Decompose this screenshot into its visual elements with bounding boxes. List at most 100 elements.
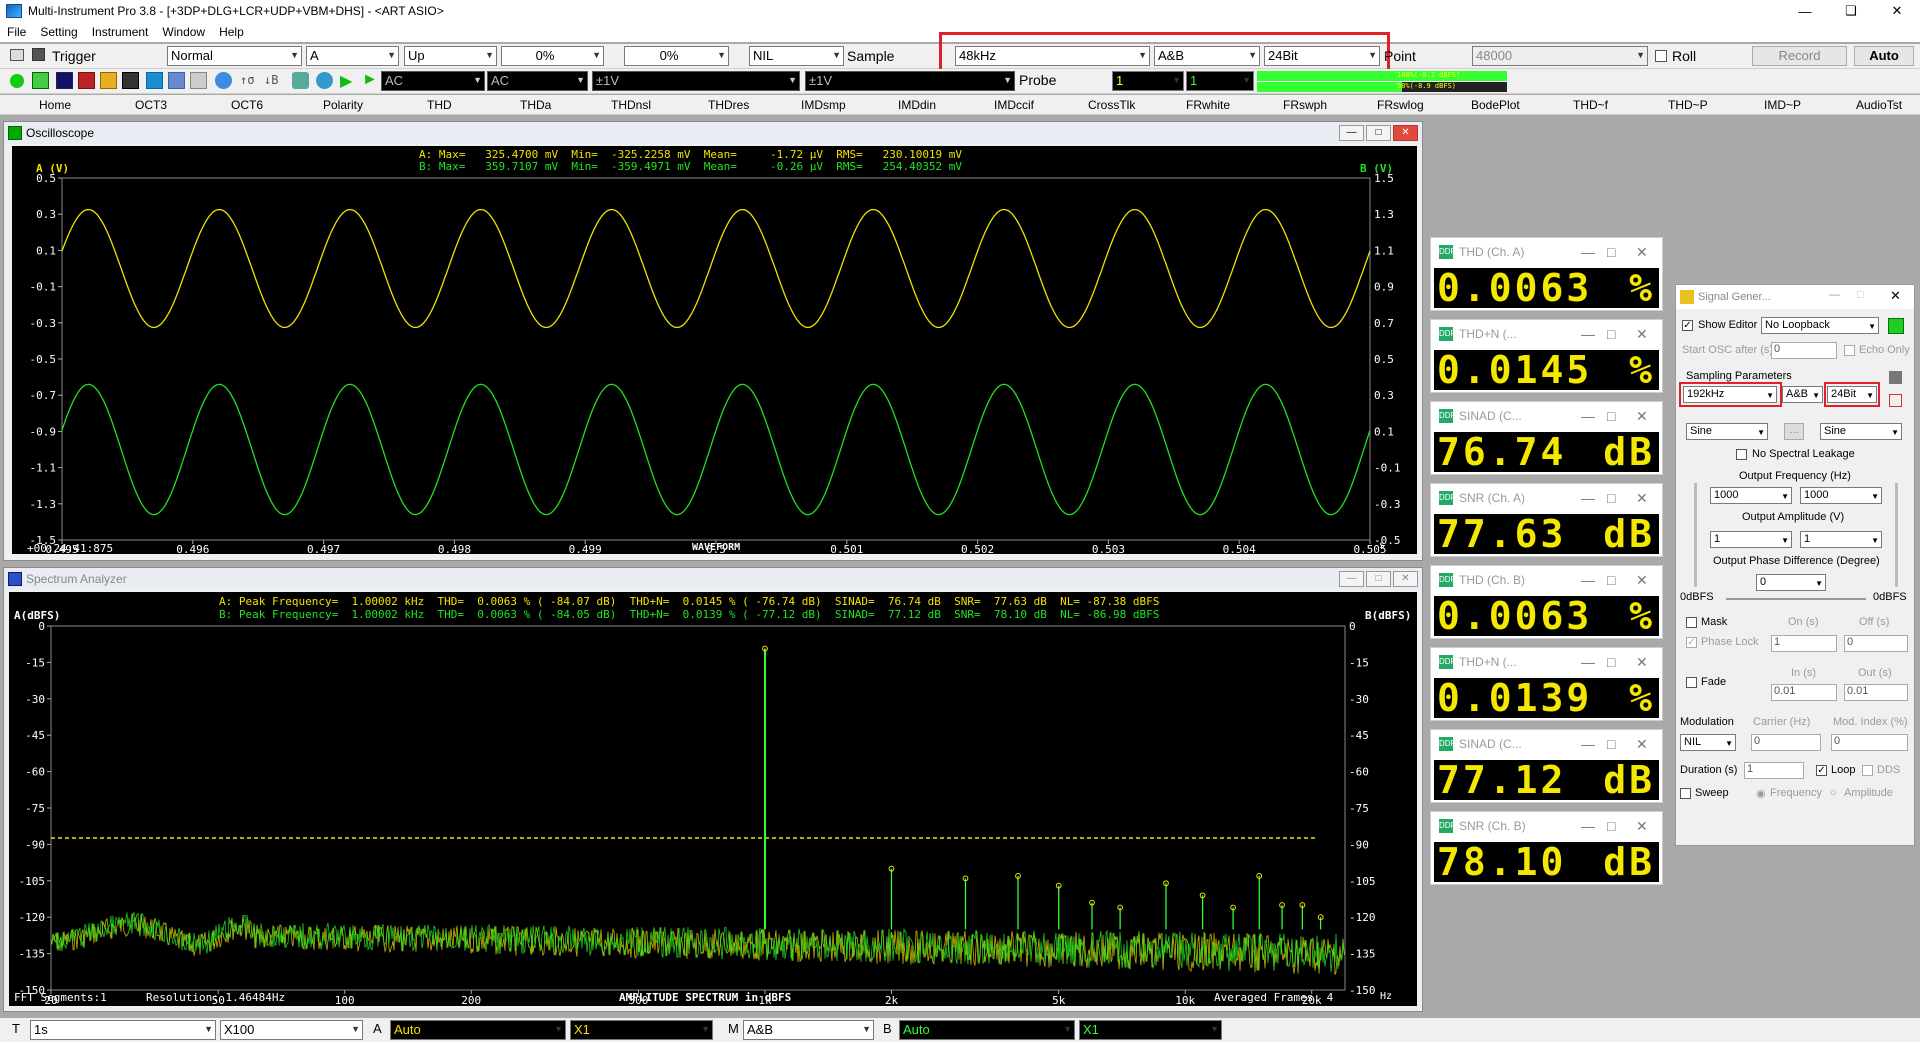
freq-b-select[interactable]: 1000 [1800,487,1882,504]
balance-slider[interactable] [1726,598,1866,600]
channel-a-zoom-select[interactable]: X1 [570,1020,713,1040]
tab-thda[interactable]: THDa [520,98,551,112]
oscilloscope-plot[interactable]: 0.5 1.5 0.3 1.3 0.1 1.1 -0.1 0.9 -0.3 0.7 -0.5 0.5-… [12,146,1417,555]
meter-maximize-icon[interactable]: □ [1607,484,1615,512]
meter-close-icon[interactable]: ✕ [1636,238,1648,266]
no-leakage-checkbox[interactable] [1736,449,1747,460]
meter-maximize-icon[interactable]: □ [1607,320,1615,348]
meter-close-icon[interactable]: ✕ [1636,320,1648,348]
mod-index-input[interactable]: 0 [1831,734,1908,751]
tools-icon[interactable] [292,72,309,89]
ttl-icon[interactable]: ↑σ [240,73,254,87]
meter-close-icon[interactable]: ✕ [1636,730,1648,758]
time-zoom-select[interactable]: X100 [220,1020,363,1040]
sweep-amplitude-radio[interactable]: ○ [1830,787,1837,799]
meter-maximize-icon[interactable]: □ [1607,238,1615,266]
duration-input[interactable]: 1 [1744,762,1804,779]
tab-thdnsl[interactable]: THDnsl [611,98,651,112]
tab-thdres[interactable]: THDres [708,98,749,112]
show-editor-checkbox[interactable]: ✓ [1682,320,1693,331]
siggen-maximize-icon[interactable]: □ [1857,289,1864,301]
fade-checkbox[interactable] [1686,677,1697,688]
tab-imdsmp[interactable]: IMDsmp [801,98,846,112]
wave-editor-button[interactable]: ... [1784,423,1804,440]
osc-minimize-icon[interactable]: — [1339,125,1364,141]
roll-checkbox[interactable] [1655,50,1667,62]
spectrum-plot[interactable]: 0 0 -15 -15 -30 -30 -45 -45 -60 -60 -75 -75 -90 -90 -1… [9,592,1417,1006]
dds-checkbox[interactable] [1862,765,1873,776]
osc-maximize-icon[interactable]: □ [1366,125,1391,141]
amp-a-select[interactable]: 1 [1710,531,1792,548]
run-icon[interactable] [10,74,24,88]
probe-a-select[interactable]: 1 [1112,71,1184,91]
tab-imddin[interactable]: IMDdin [898,98,936,112]
coupling-a-select[interactable]: AC [381,71,485,91]
meter-maximize-icon[interactable]: □ [1607,730,1615,758]
mask-off-input[interactable]: 0 [1844,635,1908,652]
meter-minimize-icon[interactable]: — [1581,812,1595,840]
trigger-mode-select[interactable]: Normal [167,46,302,66]
tab-home[interactable]: Home [39,98,71,112]
osc-close-icon[interactable]: ✕ [1393,125,1418,141]
siggen-minimize-icon[interactable]: — [1829,289,1840,301]
minimize-icon[interactable]: — [1782,0,1828,22]
level-slider-b[interactable] [1895,483,1898,587]
tab-oct6[interactable]: OCT6 [231,98,263,112]
phase-select[interactable]: 0 [1756,574,1826,591]
meter-close-icon[interactable]: ✕ [1636,402,1648,430]
spec-close-icon[interactable]: ✕ [1393,571,1418,587]
meter-maximize-icon[interactable]: □ [1607,566,1615,594]
range-b-select[interactable]: ±1V [805,71,1015,91]
wave-b-select[interactable]: Sine [1820,423,1902,440]
start-osc-input[interactable]: 0 [1771,342,1837,359]
spec-maximize-icon[interactable]: □ [1366,571,1391,587]
math-mode-select[interactable]: A&B [743,1020,874,1040]
channel-a-scale-select[interactable]: Auto [390,1020,566,1040]
save-icon[interactable] [32,48,45,61]
spectrum-icon[interactable] [56,72,73,89]
loopback-select[interactable]: No Loopback [1761,317,1879,334]
restore-icon[interactable]: ❏ [1828,0,1874,22]
spectrum3d-icon[interactable] [78,72,95,89]
meter-minimize-icon[interactable]: — [1581,648,1595,676]
record-button[interactable]: Record [1752,46,1847,66]
time-base-select[interactable]: 1s [30,1020,216,1040]
meter-minimize-icon[interactable]: — [1581,320,1595,348]
amp-b-select[interactable]: 1 [1800,531,1882,548]
sweep-frequency-radio[interactable]: ◉ [1756,787,1766,800]
meter-minimize-icon[interactable]: — [1581,402,1595,430]
tab-frswph[interactable]: FRswph [1283,98,1327,112]
range-a-select[interactable]: ±1V [592,71,800,91]
tab-thd-f[interactable]: THD~f [1573,98,1608,112]
trigger-level-input[interactable]: 0% [501,46,604,66]
echo-only-checkbox[interactable] [1844,345,1855,356]
trigger-delay-input[interactable]: 0% [624,46,729,66]
probe-b-select[interactable]: 1 [1186,71,1254,91]
close-icon[interactable]: ✕ [1874,0,1920,22]
menu-setting[interactable]: Setting [33,25,84,39]
tab-oct3[interactable]: OCT3 [135,98,167,112]
modulation-select[interactable]: NIL [1680,734,1736,751]
trigger-edge-select[interactable]: Up [404,46,497,66]
level-slider-a[interactable] [1694,483,1697,587]
wave-a-select[interactable]: Sine [1686,423,1768,440]
menu-window[interactable]: Window [155,25,212,39]
freq-a-select[interactable]: 1000 [1710,487,1792,504]
spectrogram-icon[interactable] [100,72,117,89]
generator-icon[interactable] [146,72,163,89]
mask-on-input[interactable]: 1 [1771,635,1837,652]
meter-minimize-icon[interactable]: — [1581,730,1595,758]
speaker-icon[interactable] [316,72,333,89]
multimeter-icon[interactable] [122,72,139,89]
channel-b-zoom-select[interactable]: X1 [1079,1020,1222,1040]
fade-in-input[interactable]: 0.01 [1771,684,1837,701]
save-params-icon[interactable] [1889,371,1902,384]
tab-frswlog[interactable]: FRswlog [1377,98,1424,112]
reset-params-icon[interactable] [1889,394,1902,407]
menu-instrument[interactable]: Instrument [85,25,156,39]
siggen-close-icon[interactable]: ✕ [1890,288,1901,304]
coupling-b-select[interactable]: AC [487,71,588,91]
play-icon[interactable]: ▶ [340,71,352,91]
dds-icon[interactable] [168,72,185,89]
tab-imd-p[interactable]: IMD~P [1764,98,1801,112]
